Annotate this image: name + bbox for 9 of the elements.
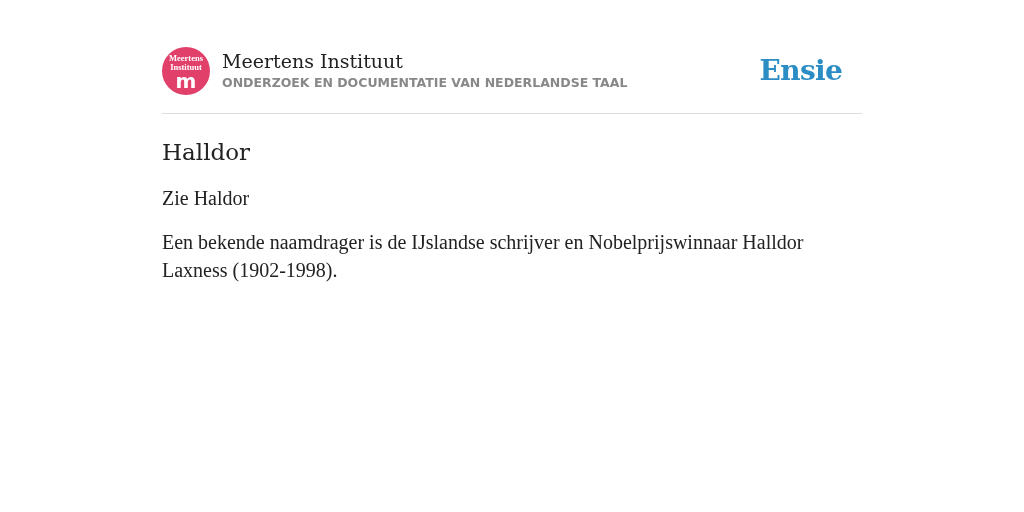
logo-letter: m [175,72,197,90]
site-title[interactable]: Meertens Instituut [222,49,628,73]
entry-paragraph: Zie Haldor [162,186,251,211]
logo-badge[interactable]: Meertens Instituut m [162,47,210,95]
entry-paragraph: Een bekende naamdrager is de IJslandse schrijver en Nobelprijswinnaar Halldor Laxness (1902-1998). [162,230,805,284]
brand-logo[interactable]: Ensie [759,50,842,92]
entry-title: Halldor [162,138,252,167]
logo-caption: Meertens Instituut [168,54,204,72]
site-tagline: ONDERZOEK EN DOCUMENTATIE VAN NEDERLANDSE TAAL [222,74,628,92]
